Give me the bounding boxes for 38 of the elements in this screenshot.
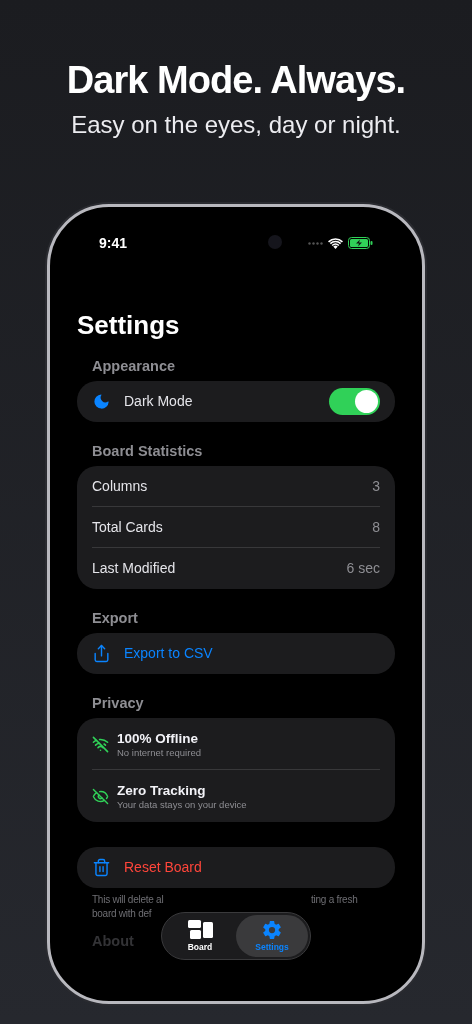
page-title: Settings: [77, 309, 181, 341]
feature-title: 100% Offline: [117, 729, 200, 747]
footnote-text: board with def: [92, 908, 152, 919]
feature-subtitle: No internet required: [117, 746, 201, 759]
trash-icon: [92, 858, 111, 877]
eye-off-icon: [92, 787, 109, 805]
section-header: Board Statistics: [92, 442, 203, 461]
board-icon: [187, 920, 213, 940]
section-header: Privacy: [92, 694, 144, 713]
subtitle: Easy on the eyes, day or night.: [71, 110, 401, 140]
tab-item[interactable]: Board: [164, 915, 236, 957]
battery-icon: [348, 237, 373, 249]
camera-icon: [268, 235, 282, 249]
feature-title: Zero Tracking: [117, 781, 207, 799]
section-header: Export: [92, 609, 138, 628]
row-label: Columns: [92, 477, 148, 496]
headline: Dark Mode. Always.: [66, 58, 406, 103]
feature-subtitle: Your data stays on your device: [117, 798, 247, 811]
gear-icon: [262, 920, 282, 940]
row-label: Total Cards: [92, 518, 163, 537]
signal-icon: [308, 241, 323, 245]
status-time: 9:41: [99, 233, 128, 253]
share-icon: [92, 644, 111, 663]
row-value: 6 sec: [346, 559, 380, 578]
wifi-icon: [328, 237, 343, 249]
moon-icon: [92, 392, 111, 411]
export-button[interactable]: Export to CSV: [77, 633, 395, 674]
row-label: Last Modified: [92, 559, 176, 578]
footnote-text: This will delete al: [92, 894, 164, 905]
wifi-off-icon: [92, 735, 109, 753]
reset-button[interactable]: Reset Board: [77, 847, 395, 888]
row-value: 3: [372, 477, 380, 496]
row-label: Dark Mode: [124, 392, 193, 411]
toggle-switch[interactable]: [329, 388, 380, 415]
tab-item[interactable]: Settings: [236, 915, 308, 957]
row-value: 8: [372, 518, 380, 537]
footnote-text: ting a fresh: [311, 894, 358, 905]
section-header: Appearance: [92, 357, 175, 376]
